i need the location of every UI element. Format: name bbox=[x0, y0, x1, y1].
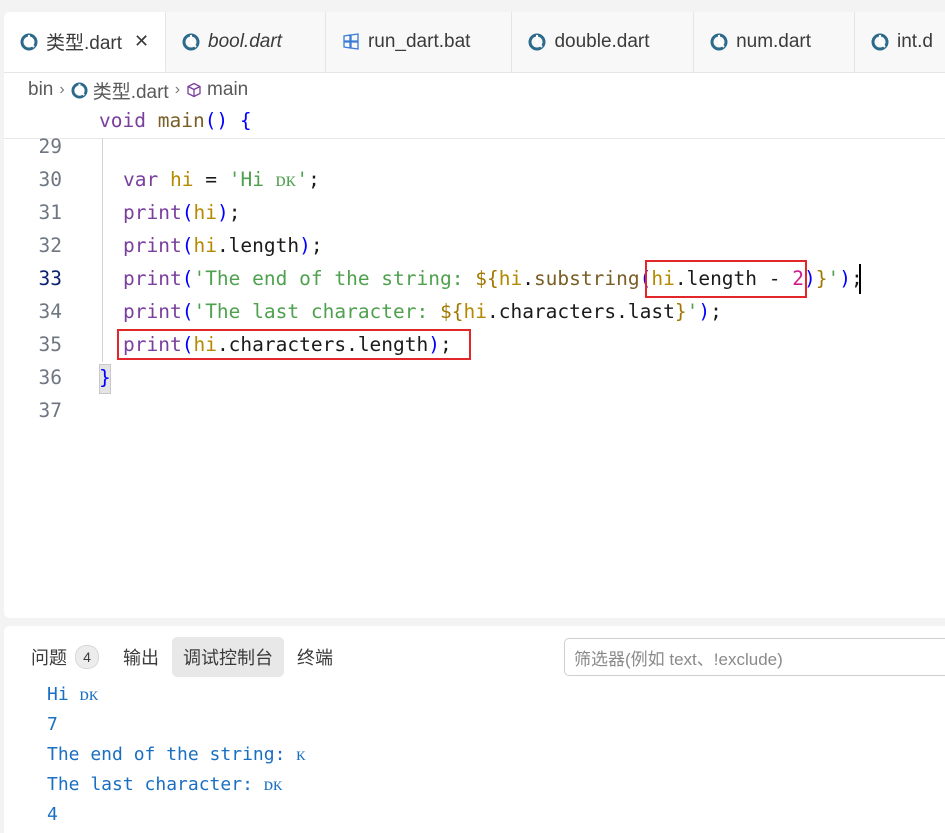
panel-tab-bar: 问题 4 输出 调试控制台 终端 bbox=[20, 636, 346, 678]
code-line[interactable]: 37 bbox=[4, 394, 945, 427]
code-line[interactable]: 30 var hi = 'Hi ᴅᴋ'; bbox=[4, 163, 945, 196]
dart-icon bbox=[71, 81, 88, 99]
editor-panel: 类型.dart ✕ bool.dart run_dart.bat double.… bbox=[4, 12, 945, 618]
code-text: print(hi); bbox=[123, 201, 241, 224]
code-line[interactable]: 36 } bbox=[4, 361, 945, 394]
tab-label: double.dart bbox=[554, 31, 650, 52]
annotation-box-length-expression bbox=[645, 260, 807, 298]
filter-input[interactable]: 筛选器(例如 text、!exclude) bbox=[564, 638, 945, 676]
line-number: 30 bbox=[38, 168, 62, 191]
line-number: 35 bbox=[38, 333, 62, 356]
tab-problems[interactable]: 问题 4 bbox=[20, 637, 110, 677]
tab-label: num.dart bbox=[736, 31, 812, 52]
tab-run-dart-bat[interactable]: run_dart.bat bbox=[326, 12, 513, 72]
tab-label: 输出 bbox=[123, 648, 159, 668]
window-top-strip bbox=[0, 0, 945, 12]
tab-terminal[interactable]: 终端 bbox=[286, 637, 344, 677]
code-text: } bbox=[99, 366, 111, 389]
tab-num-dart[interactable]: num.dart bbox=[694, 12, 855, 72]
console-output-line: The end of the string: ᴋ bbox=[47, 744, 306, 765]
tab-bool-dart[interactable]: bool.dart bbox=[166, 12, 326, 72]
code-line[interactable]: 29 bbox=[4, 130, 945, 163]
tab-label: run_dart.bat bbox=[367, 31, 471, 52]
code-text: print('The last character: ${hi.characte… bbox=[123, 300, 722, 323]
tab-leixing-dart[interactable]: 类型.dart ✕ bbox=[4, 12, 166, 72]
breadcrumb-folder[interactable]: bin bbox=[28, 79, 53, 101]
breadcrumb-file[interactable]: 类型.dart bbox=[93, 77, 169, 104]
tab-label: 类型.dart bbox=[46, 33, 123, 54]
tab-label: int.d bbox=[897, 31, 933, 52]
text-cursor bbox=[859, 264, 861, 294]
chevron-right-icon: › bbox=[174, 81, 181, 98]
tab-label: 终端 bbox=[297, 648, 333, 668]
console-output-line: Hi ᴅᴋ bbox=[47, 684, 99, 705]
line-number: 36 bbox=[38, 366, 62, 389]
bottom-panel: 问题 4 输出 调试控制台 终端 筛选器(例如 text、!exclude) H… bbox=[4, 626, 945, 833]
windows-icon bbox=[342, 33, 360, 51]
tab-double-dart[interactable]: double.dart bbox=[512, 12, 695, 72]
dart-icon bbox=[182, 33, 200, 51]
annotation-box-characters-length bbox=[117, 329, 471, 360]
filter-placeholder: 筛选器(例如 text、!exclude) bbox=[574, 649, 783, 669]
line-number: 32 bbox=[38, 234, 62, 257]
code-line[interactable]: 32 print(hi.length); bbox=[4, 229, 945, 262]
code-text: print(hi.length); bbox=[123, 234, 323, 257]
cube-method-icon bbox=[186, 82, 202, 98]
editor-tab-bar: 类型.dart ✕ bool.dart run_dart.bat double.… bbox=[4, 12, 945, 73]
code-line[interactable]: 34 print('The last character: ${hi.chara… bbox=[4, 295, 945, 328]
tab-debug-console[interactable]: 调试控制台 bbox=[172, 637, 284, 677]
breadcrumb: bin › 类型.dart › main bbox=[28, 77, 248, 104]
console-output-line: The last character: ᴅᴋ bbox=[47, 774, 283, 795]
tab-output[interactable]: 输出 bbox=[112, 637, 170, 677]
tab-label: 调试控制台 bbox=[183, 648, 273, 668]
dart-icon bbox=[528, 33, 546, 51]
chevron-right-icon: › bbox=[59, 81, 65, 98]
code-line[interactable]: 31 print(hi); bbox=[4, 196, 945, 229]
line-number: 33 bbox=[38, 267, 62, 290]
line-number: 37 bbox=[38, 399, 62, 422]
code-text: var hi = 'Hi ᴅᴋ'; bbox=[123, 168, 320, 191]
console-output-line: 7 bbox=[47, 714, 58, 735]
line-number: 34 bbox=[38, 300, 62, 323]
dart-icon bbox=[871, 33, 889, 51]
tab-label: bool.dart bbox=[208, 31, 282, 52]
close-icon[interactable]: ✕ bbox=[134, 31, 149, 52]
tab-label: 问题 bbox=[31, 648, 67, 668]
breadcrumb-symbol[interactable]: main bbox=[207, 79, 248, 101]
tab-int-dart[interactable]: int.d bbox=[855, 12, 945, 72]
console-output-line: 4 bbox=[47, 804, 58, 825]
dart-icon bbox=[20, 33, 38, 51]
dart-icon bbox=[710, 33, 728, 51]
line-number: 31 bbox=[38, 201, 62, 224]
line-number: 29 bbox=[38, 135, 62, 158]
problems-count-badge: 4 bbox=[75, 645, 99, 669]
